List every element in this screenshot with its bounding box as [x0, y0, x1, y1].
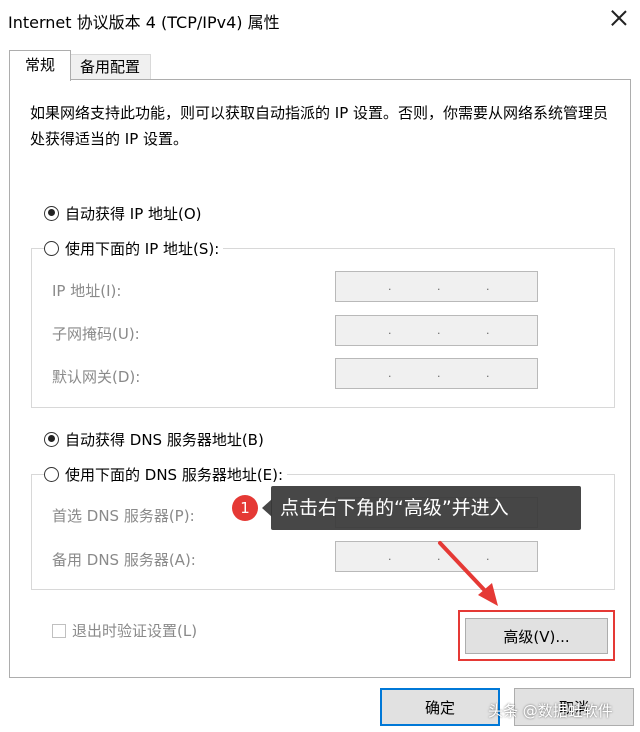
ip-address-input[interactable]: ... — [335, 271, 538, 302]
radio-manual-dns[interactable]: 使用下面的 DNS 服务器地址(E): — [44, 462, 288, 486]
subnet-mask-label: 子网掩码(U): — [52, 325, 140, 343]
step-number-badge: 1 — [232, 495, 258, 521]
validate-settings-label: 退出时验证设置(L) — [72, 622, 198, 640]
annotation-tooltip: 点击右下角的“高级”并进入 — [271, 486, 581, 530]
radio-auto-ip[interactable]: 自动获得 IP 地址(O) — [44, 201, 202, 225]
title-bar: Internet 协议版本 4 (TCP/IPv4) 属性 — [0, 0, 640, 40]
validate-settings-checkbox[interactable] — [52, 623, 66, 638]
radio-manual-dns-label: 使用下面的 DNS 服务器地址(E): — [65, 465, 284, 484]
default-gateway-input[interactable]: ... — [335, 358, 538, 389]
description-text: 如果网络支持此功能，则可以获取自动指派的 IP 设置。否则，你需要从网络系统管理… — [30, 104, 609, 148]
tab-general[interactable]: 常规 — [9, 50, 71, 81]
preferred-dns-label: 首选 DNS 服务器(P): — [52, 507, 195, 525]
close-icon[interactable] — [606, 6, 632, 32]
radio-manual-ip-label: 使用下面的 IP 地址(S): — [65, 239, 220, 258]
advanced-highlight-box — [458, 610, 615, 661]
radio-manual-ip[interactable]: 使用下面的 IP 地址(S): — [44, 236, 224, 260]
tab-alternate-config[interactable]: 备用配置 — [69, 54, 151, 80]
window-title: Internet 协议版本 4 (TCP/IPv4) 属性 — [8, 13, 280, 32]
alternate-dns-input[interactable]: ... — [335, 541, 538, 572]
radio-unchecked-icon — [44, 466, 59, 482]
default-gateway-label: 默认网关(D): — [52, 368, 141, 386]
radio-checked-icon — [44, 205, 59, 221]
alternate-dns-label: 备用 DNS 服务器(A): — [52, 551, 196, 569]
radio-auto-ip-label: 自动获得 IP 地址(O) — [65, 204, 202, 223]
ok-button[interactable]: 确定 — [380, 688, 500, 726]
watermark-text: 头条 @数据蛙软件 — [488, 702, 613, 720]
radio-unchecked-icon — [44, 240, 59, 256]
ip-address-label: IP 地址(I): — [52, 282, 122, 300]
validate-settings-checkbox-row[interactable]: 退出时验证设置(L) — [52, 620, 197, 641]
radio-checked-icon — [44, 431, 59, 447]
radio-auto-dns-label: 自动获得 DNS 服务器地址(B) — [65, 430, 264, 449]
subnet-mask-input[interactable]: ... — [335, 315, 538, 346]
radio-auto-dns[interactable]: 自动获得 DNS 服务器地址(B) — [44, 427, 264, 451]
